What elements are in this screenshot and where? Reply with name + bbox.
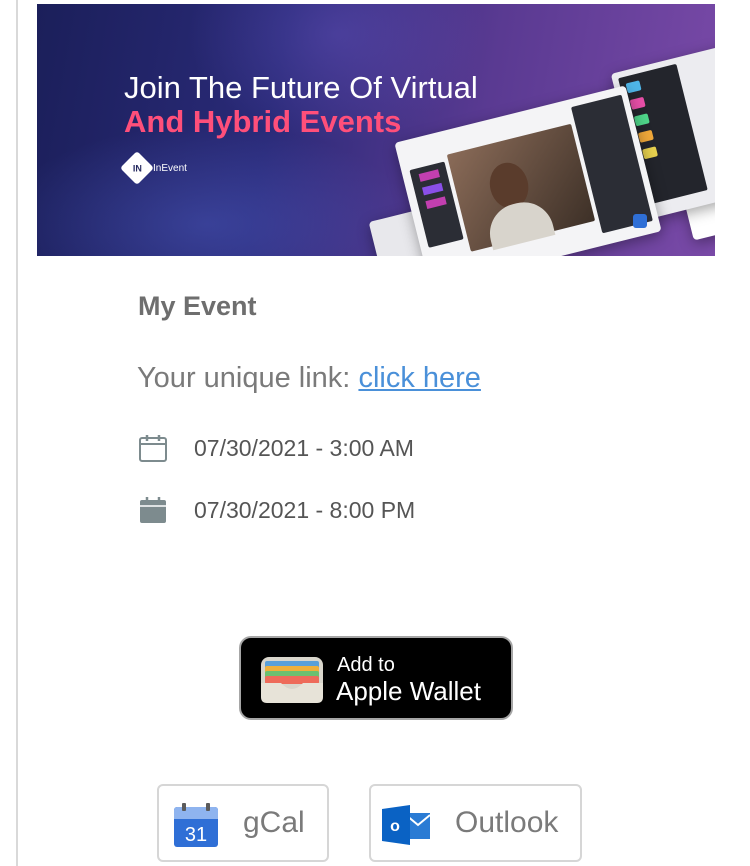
add-to-apple-wallet-button[interactable]: Add to Apple Wallet [239,636,513,720]
apple-wallet-icon [261,657,323,703]
outlook-icon: o [382,805,431,845]
google-calendar-icon: 31 [174,803,218,847]
calendar-filled-icon [140,497,166,523]
unique-link-line: Your unique link: click here [137,362,481,395]
event-start-datetime: 07/30/2021 - 3:00 AM [194,434,414,461]
banner-headline-line2: And Hybrid Events [124,104,402,139]
add-to-outlook-button[interactable]: o Outlook [369,784,582,862]
event-end-row: 07/30/2021 - 8:00 PM [138,495,415,525]
event-start-row: 07/30/2021 - 3:00 AM [138,433,414,463]
unique-link[interactable]: click here [358,362,481,394]
banner-badge-icon [633,214,647,228]
banner-headline-line1: Join The Future Of Virtual [124,70,478,105]
wallet-label-line2: Apple Wallet [336,676,481,706]
svg-text:o: o [390,818,400,835]
banner-video-image [446,123,596,252]
add-to-google-calendar-button[interactable]: 31 gCal [157,784,329,862]
banner-wave-decoration [37,124,417,256]
svg-text:31: 31 [185,824,207,846]
event-title: My Event [138,291,257,321]
wallet-label-line1: Add to [337,654,395,676]
gcal-label: gCal [243,806,305,839]
event-banner: Join The Future Of Virtual And Hybrid Ev… [37,4,715,256]
inevent-logo-icon: IN [120,151,154,185]
event-end-datetime: 07/30/2021 - 8:00 PM [194,496,416,523]
left-divider [16,0,18,866]
brand-name: InEvent [153,162,187,174]
outlook-label: Outlook [455,806,559,839]
calendar-outline-icon [139,435,167,462]
brand-logo: IN InEvent [120,151,187,185]
unique-link-label: Your unique link: [137,362,359,394]
